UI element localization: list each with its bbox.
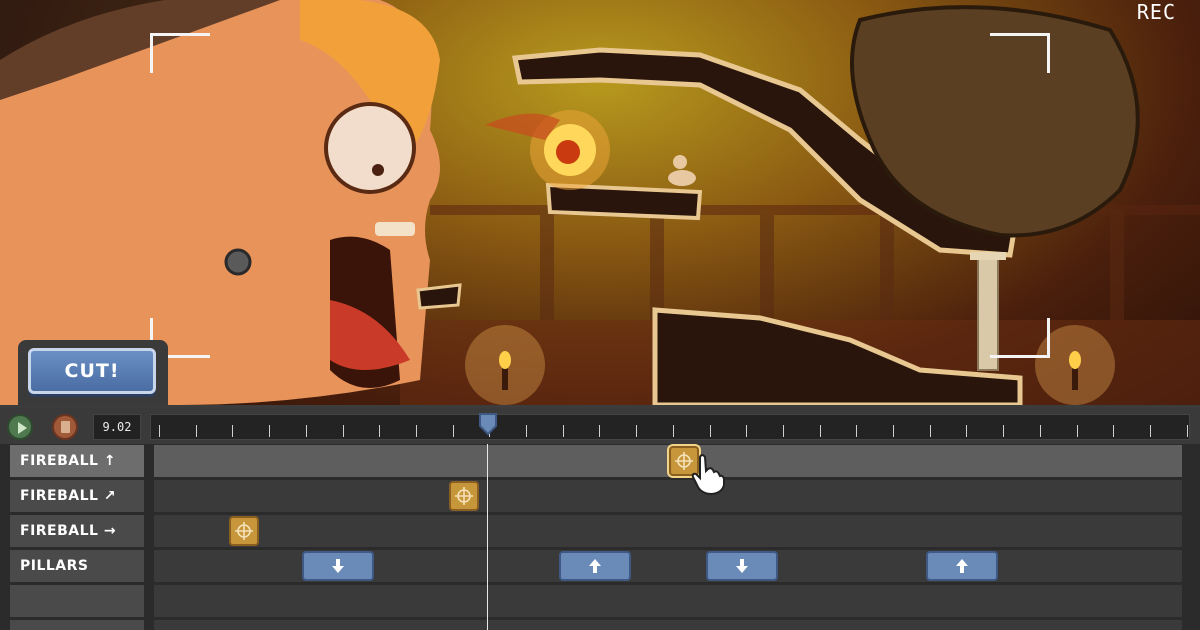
ruler-tick: [269, 425, 270, 437]
ruler-tick: [820, 425, 821, 437]
arrow-down-icon: [736, 559, 748, 573]
track-label-fireball-diagonal[interactable]: FIREBALL ↗: [10, 480, 144, 512]
ruler-tick: [526, 425, 527, 437]
ruler-tick: [710, 425, 711, 437]
crosshair-icon: [235, 522, 253, 540]
ruler-tick: [746, 425, 747, 437]
hand-cursor-icon: [691, 454, 725, 495]
ruler-tick: [453, 425, 454, 437]
keyframe-pillar[interactable]: [926, 551, 998, 581]
track-lane-empty[interactable]: [154, 585, 1182, 617]
arrow-up-icon: [956, 559, 968, 573]
cut-button-panel: CUT!: [18, 340, 168, 405]
fireball: [485, 110, 610, 190]
ruler-tick: [1150, 425, 1151, 437]
arrow-down-icon: [332, 559, 344, 573]
track-lane-empty[interactable]: [154, 620, 1182, 630]
ruler-tick: [930, 425, 931, 437]
ruler-tick: [1040, 425, 1041, 437]
camera-frame-corner: [150, 33, 210, 73]
track-lane-fireball-right[interactable]: [154, 515, 1182, 547]
ruler-tick: [893, 425, 894, 437]
track-label-empty[interactable]: [10, 585, 144, 617]
ruler-tick: [599, 425, 600, 437]
ruler-tick: [966, 425, 967, 437]
keyframe-fireball-diagonal[interactable]: [449, 481, 479, 511]
timeline-ruler[interactable]: [150, 414, 1190, 440]
track-label-fireball-right[interactable]: FIREBALL →: [10, 515, 144, 547]
ruler-tick: [1187, 425, 1188, 437]
ruler-tick: [1003, 425, 1004, 437]
clipboard-button[interactable]: [52, 414, 78, 440]
platform: [416, 283, 462, 310]
ruler-tick: [856, 425, 857, 437]
playhead-handle[interactable]: [478, 412, 498, 436]
arrow-up-icon: [589, 559, 601, 573]
ruler-tick: [783, 425, 784, 437]
track-label-pillars[interactable]: PILLARS: [10, 550, 144, 582]
ruler-tick: [379, 425, 380, 437]
ruler-tick: [563, 425, 564, 437]
time-display: 9.02: [93, 414, 141, 440]
game-viewport: REC CUT!: [0, 0, 1200, 405]
keyframe-pillar[interactable]: [706, 551, 778, 581]
track-lane-fireball-up[interactable]: [154, 445, 1182, 477]
ruler-tick: [159, 425, 160, 437]
ruler-tick: [306, 425, 307, 437]
track-label-fireball-up[interactable]: FIREBALL ↑: [10, 445, 144, 477]
hero-character: [668, 155, 696, 186]
playhead-line: [487, 444, 488, 630]
cut-button[interactable]: CUT!: [28, 348, 156, 394]
timeline-panel: 9.02 FIREBALL ↑ FIREBALL ↗ FIREBALL → PI…: [0, 405, 1200, 630]
ruler-tick: [196, 425, 197, 437]
timeline-toolbar: 9.02: [0, 408, 1200, 444]
rec-indicator: REC: [1136, 0, 1176, 24]
crosshair-icon: [455, 487, 473, 505]
keyframe-fireball-right[interactable]: [229, 516, 259, 546]
ruler-tick: [1077, 425, 1078, 437]
ruler-tick: [416, 425, 417, 437]
keyframe-pillar[interactable]: [559, 551, 631, 581]
camera-frame-corner: [990, 33, 1050, 73]
camera-frame-corner: [990, 318, 1050, 358]
ruler-tick: [636, 425, 637, 437]
ruler-tick: [232, 425, 233, 437]
play-button[interactable]: [7, 414, 33, 440]
torch-icon: [465, 325, 545, 405]
ruler-tick: [1113, 425, 1114, 437]
ruler-tick: [343, 425, 344, 437]
track-label-empty[interactable]: [10, 620, 144, 630]
ruler-tick: [673, 425, 674, 437]
track-lane-fireball-diagonal[interactable]: [154, 480, 1182, 512]
keyframe-pillar[interactable]: [302, 551, 374, 581]
